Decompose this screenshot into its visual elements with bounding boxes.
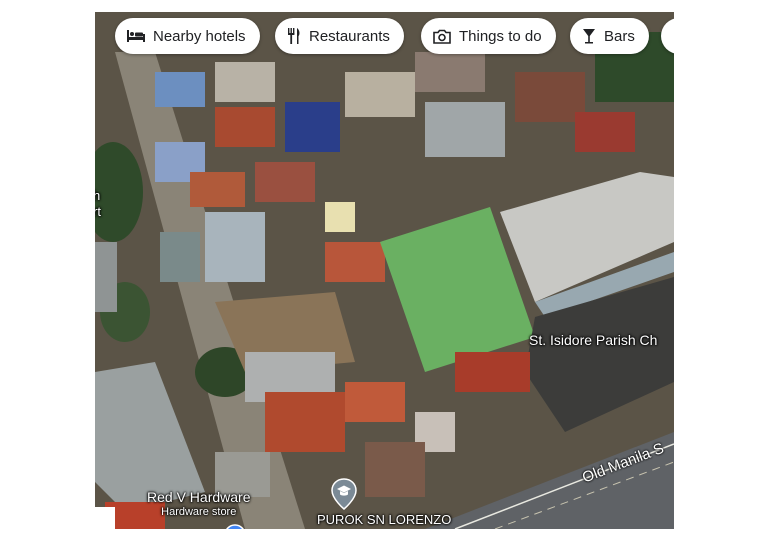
bars-label: Bars (604, 27, 635, 45)
bars-chip[interactable]: Bars (570, 18, 649, 54)
restaurants-label: Restaurants (309, 27, 390, 45)
hardware-store-label[interactable]: Red V Hardware Hardware store (147, 490, 251, 520)
school-marker-icon[interactable] (331, 478, 357, 510)
more-categories-chip[interactable] (661, 18, 674, 54)
edge-place-label: h rt (95, 188, 101, 220)
church-label[interactable]: St. Isidore Parish Ch (529, 332, 657, 348)
nearby-hotels-label: Nearby hotels (153, 27, 246, 45)
hardware-category: Hardware store (161, 506, 237, 518)
hardware-store-marker[interactable] (222, 522, 248, 529)
edge-label-line-1: h (95, 188, 101, 203)
bed-icon (127, 30, 145, 42)
things-to-do-chip[interactable]: Things to do (421, 18, 556, 54)
restaurants-chip[interactable]: Restaurants (275, 18, 404, 54)
purok-label[interactable]: PUROK SN LORENZO (317, 512, 451, 527)
edge-label-line-2: rt (95, 204, 101, 219)
satellite-imagery (95, 12, 674, 529)
nearby-hotels-chip[interactable]: Nearby hotels (115, 18, 260, 54)
camera-icon (433, 29, 451, 44)
fork-knife-icon (288, 28, 300, 44)
hardware-name: Red V Hardware (147, 489, 251, 505)
category-chips: Nearby hotels Restaurants Things to do B… (95, 12, 674, 62)
cocktail-icon (583, 29, 595, 44)
things-to-do-label: Things to do (459, 27, 542, 45)
satellite-map[interactable]: Nearby hotels Restaurants Things to do B… (95, 12, 674, 529)
